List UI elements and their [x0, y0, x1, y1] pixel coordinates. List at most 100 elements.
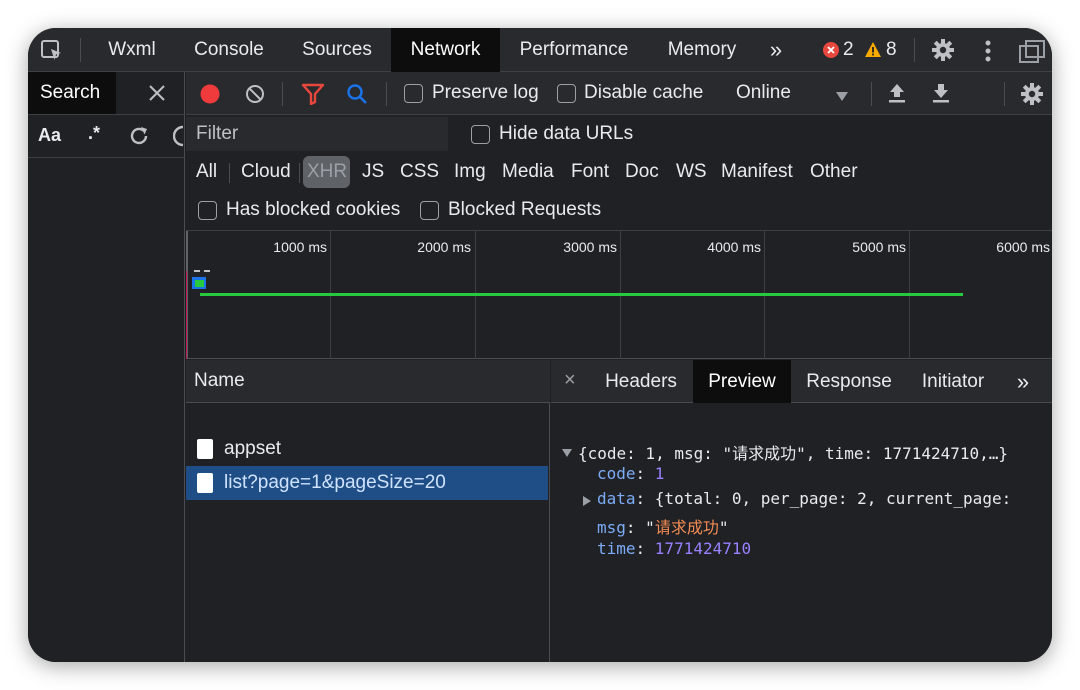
json-code-line: code: 1: [597, 464, 665, 483]
hide-data-urls-label: Hide data URLs: [499, 123, 634, 144]
throttling-select[interactable]: Online: [736, 82, 791, 104]
devtools-tab-bar: Wxml Console Sources Network Performance…: [28, 28, 1052, 72]
disable-cache-label: Disable cache: [584, 82, 704, 103]
tab-initiator[interactable]: Initiator: [913, 360, 993, 403]
tab-console[interactable]: Console: [180, 28, 278, 72]
search-icon[interactable]: [346, 83, 368, 110]
tick-label: 3000 ms: [563, 239, 617, 255]
tab-sources[interactable]: Sources: [288, 28, 386, 72]
blocked-requests-checkbox[interactable]: [420, 201, 439, 220]
filter-input[interactable]: Filter: [186, 117, 448, 151]
request-name: list?page=1&pageSize=20: [224, 472, 446, 493]
type-filter-img[interactable]: Img: [454, 161, 486, 183]
type-filter-cloud[interactable]: Cloud: [241, 161, 291, 183]
type-filter-font[interactable]: Font: [571, 161, 609, 183]
request-marker-green: [195, 280, 204, 287]
disable-cache-checkbox[interactable]: [557, 84, 576, 103]
request-row-appset[interactable]: appset: [186, 432, 548, 466]
search-tab[interactable]: Search: [28, 72, 116, 114]
json-string: 请求成功: [654, 518, 719, 537]
preserve-log-checkbox[interactable]: [404, 84, 423, 103]
filter-placeholder: Filter: [196, 123, 239, 144]
expand-triangle-icon[interactable]: [583, 493, 592, 511]
json-msg-line: msg: "请求成功": [597, 518, 729, 537]
error-count[interactable]: 2: [843, 39, 854, 61]
type-filter-xhr-pill[interactable]: XHR: [303, 156, 350, 188]
more-detail-tabs-button[interactable]: »: [1005, 360, 1041, 403]
clear-log-icon[interactable]: [245, 84, 265, 109]
json-number: 1: [654, 464, 665, 483]
json-key: msg: [597, 518, 626, 537]
tab-performance[interactable]: Performance: [508, 28, 640, 72]
export-har-icon[interactable]: [931, 82, 951, 109]
hide-data-urls-checkbox[interactable]: [471, 125, 490, 144]
tick-label: 5000 ms: [852, 239, 906, 255]
inspect-element-icon[interactable]: [40, 39, 64, 68]
type-filter-other[interactable]: Other: [810, 161, 858, 183]
error-icon: [823, 42, 839, 63]
json-key: code: [597, 464, 636, 483]
tick-label: 4000 ms: [707, 239, 761, 255]
warning-icon: [864, 41, 882, 63]
tick-label: 1000 ms: [273, 239, 327, 255]
search-pane: Search Aa .*: [28, 72, 185, 662]
network-toolbar: Preserve log Disable cache Online: [186, 72, 1052, 115]
type-filter-css[interactable]: CSS: [400, 161, 439, 183]
type-filter-manifest[interactable]: Manifest: [721, 161, 793, 183]
request-row-list[interactable]: list?page=1&pageSize=20: [186, 466, 548, 500]
type-filter-all[interactable]: All: [196, 161, 217, 183]
refresh-icon[interactable]: [128, 125, 150, 152]
settings-gear-icon[interactable]: [931, 38, 955, 67]
kebab-menu-icon[interactable]: [985, 40, 991, 67]
collapse-triangle-icon[interactable]: [562, 445, 572, 463]
json-data-line[interactable]: data: {total: 0, per_page: 2, current_pa…: [597, 489, 1011, 508]
request-marker-gray: [194, 270, 210, 273]
has-blocked-cookies-label: Has blocked cookies: [226, 199, 401, 220]
request-detail-pane: × Headers Preview Response Initiator » {…: [551, 360, 1052, 662]
regex-button[interactable]: .*: [88, 123, 100, 144]
warning-count[interactable]: 8: [886, 39, 897, 61]
chevron-down-icon[interactable]: [836, 89, 848, 107]
close-icon[interactable]: [148, 84, 166, 107]
undock-icon[interactable]: [1018, 39, 1048, 68]
type-filter-ws[interactable]: WS: [676, 161, 707, 183]
document-icon: [197, 439, 213, 459]
tab-network[interactable]: Network: [391, 28, 500, 72]
network-settings-gear-icon[interactable]: [1020, 82, 1044, 111]
json-number: 1771424710: [654, 539, 752, 558]
blocked-requests-label: Blocked Requests: [448, 199, 602, 220]
detail-tab-bar: × Headers Preview Response Initiator »: [551, 360, 1052, 403]
request-timing-bar: [200, 293, 963, 296]
request-list: Name appset list?page=1&pageSize=20: [186, 360, 550, 662]
name-column-header[interactable]: Name: [194, 370, 245, 392]
filter-bar: Filter Hide data URLs All Cloud XHR JS C…: [186, 115, 1052, 231]
type-filter-media[interactable]: Media: [502, 161, 554, 183]
json-object-preview: {total: 0, per_page: 2, current_page:: [654, 489, 1012, 508]
devtools-window: Wxml Console Sources Network Performance…: [28, 28, 1052, 662]
match-case-button[interactable]: Aa: [38, 125, 61, 146]
has-blocked-cookies-checkbox[interactable]: [198, 201, 217, 220]
close-detail-button[interactable]: ×: [564, 369, 576, 392]
tab-response[interactable]: Response: [797, 360, 901, 403]
type-filter-doc[interactable]: Doc: [625, 161, 659, 183]
json-key: data: [597, 489, 636, 508]
record-icon[interactable]: [200, 84, 220, 109]
json-root-summary[interactable]: {code: 1, msg: "请求成功", time: 1771424710,…: [578, 440, 1008, 464]
json-time-line: time: 1771424710: [597, 539, 752, 558]
tick-label: 2000 ms: [417, 239, 471, 255]
network-overview-timeline[interactable]: 1000 ms 2000 ms 3000 ms 4000 ms 5000 ms …: [186, 231, 1052, 359]
tab-headers[interactable]: Headers: [595, 360, 687, 403]
json-key: time: [597, 539, 636, 558]
type-filter-js[interactable]: JS: [362, 161, 384, 183]
tab-wxml[interactable]: Wxml: [94, 28, 170, 72]
tab-memory[interactable]: Memory: [656, 28, 748, 72]
request-list-header[interactable]: Name: [186, 360, 550, 403]
clear-search-icon[interactable]: [172, 125, 185, 152]
more-tabs-button[interactable]: »: [760, 28, 792, 72]
tab-preview[interactable]: Preview: [693, 360, 791, 403]
request-name: appset: [224, 438, 282, 459]
type-filter-xhr: XHR: [307, 161, 348, 182]
import-har-icon[interactable]: [887, 82, 907, 109]
dom-content-loaded-line: [186, 271, 187, 359]
filter-icon[interactable]: [301, 83, 325, 110]
